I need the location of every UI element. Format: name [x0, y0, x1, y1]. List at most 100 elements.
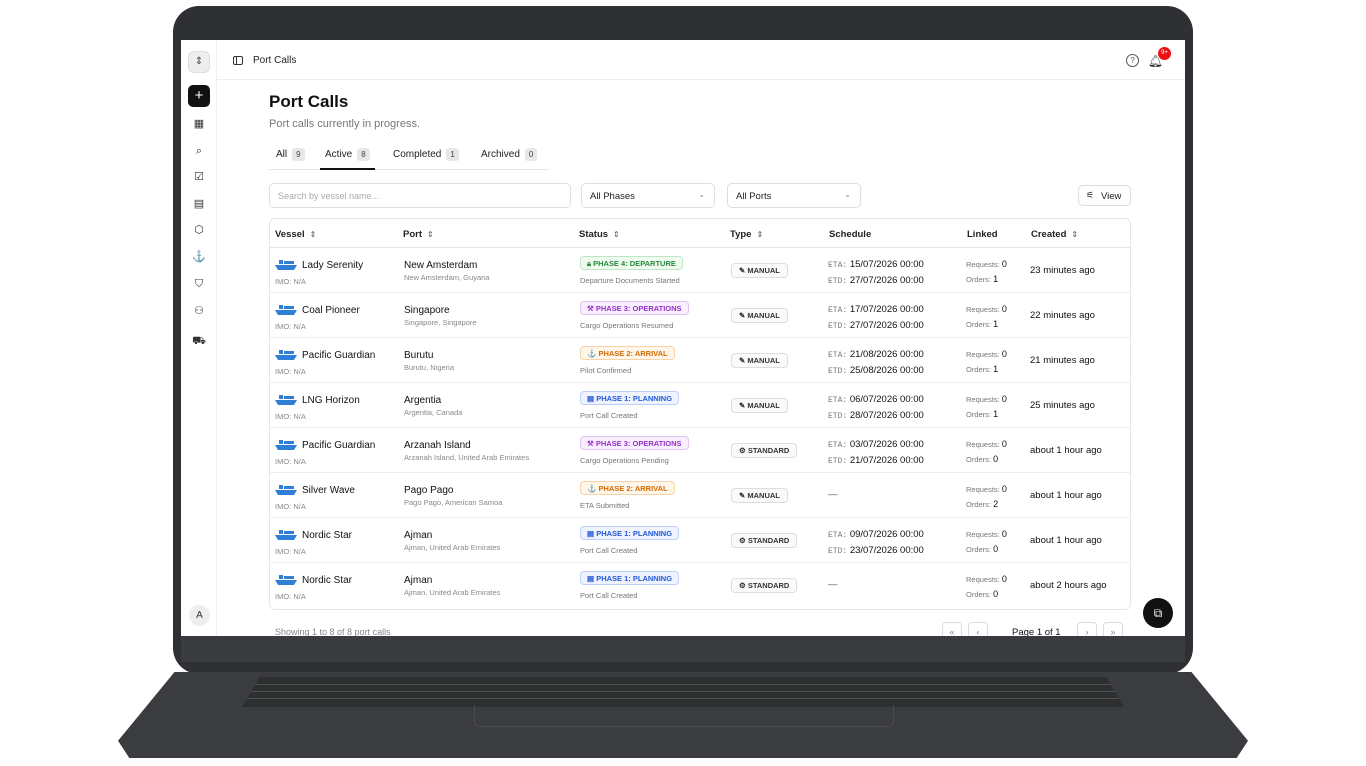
table-row[interactable]: Coal Pioneer IMO: N/A Singapore Singapor…	[270, 293, 1130, 338]
workspace-switcher-icon[interactable]: ⇕	[188, 51, 210, 73]
linked-cell: Requests: 0 Orders: 1	[966, 394, 1007, 419]
linked-cell: Requests: 0 Orders: 1	[966, 304, 1007, 329]
tab-active[interactable]: Active 8	[320, 148, 375, 170]
table-row[interactable]: Nordic Star IMO: N/A Ajman Ajman, United…	[270, 518, 1130, 563]
status-detail: Cargo Operations Pending	[580, 456, 669, 465]
vessel-imo: IMO: N/A	[275, 412, 306, 421]
pencil-icon: ✎	[739, 401, 746, 410]
vessel-name[interactable]: Silver Wave	[302, 485, 355, 496]
column-created[interactable]: Created ⇕	[1031, 229, 1078, 240]
view-options-button[interactable]: ⚟ View	[1078, 185, 1131, 206]
dashboard-icon[interactable]: ▦	[192, 117, 206, 131]
page-subtitle: Port calls currently in progress.	[269, 118, 420, 130]
column-type[interactable]: Type ⇕	[730, 229, 763, 240]
page-title: Port Calls	[269, 92, 349, 111]
linked-cell: Requests: 0 Orders: 0	[966, 529, 1007, 554]
laptop-hinge	[181, 636, 1185, 662]
ship-icon	[275, 305, 297, 315]
table-row[interactable]: Pacific Guardian IMO: N/A Burutu Burutu,…	[270, 338, 1130, 383]
help-icon[interactable]: ?	[1126, 54, 1139, 67]
phase-filter-select[interactable]: All Phases ⌄	[581, 183, 715, 208]
schedule-empty: —	[828, 579, 838, 590]
port-location: New Amsterdam, Guyana	[404, 273, 490, 282]
phase-badge: ▤ PHASE 1: PLANNING	[580, 391, 680, 405]
vessel-name[interactable]: Nordic Star	[302, 530, 352, 541]
table-row[interactable]: LNG Horizon IMO: N/A Argentia Argentia, …	[270, 383, 1130, 428]
type-badge: ⚙ STANDARD	[731, 578, 798, 593]
vessel-search-input[interactable]: Search by vessel name...	[269, 183, 571, 208]
tab-all[interactable]: All 9	[276, 148, 305, 170]
ship-icon	[275, 395, 297, 405]
column-vessel[interactable]: Vessel ⇕	[275, 229, 316, 240]
badge-icon[interactable]: ⛉	[192, 277, 206, 291]
vessel-name[interactable]: Pacific Guardian	[302, 350, 375, 361]
package-icon[interactable]: ⬡	[192, 223, 206, 237]
port-location: Burutu, Nigeria	[404, 363, 455, 372]
type-badge: ✎ MANUAL	[731, 488, 788, 503]
toggle-sidebar-icon[interactable]	[233, 56, 243, 65]
pagination-summary: Showing 1 to 8 of 8 port calls	[275, 627, 391, 636]
page-indicator: Page 1 of 1	[1012, 627, 1061, 636]
gear-icon: ⚙	[739, 536, 746, 545]
vehicle-icon[interactable]: ⛟	[192, 334, 206, 348]
search-icon[interactable]: ⌕	[192, 144, 206, 158]
pencil-icon: ✎	[739, 266, 746, 275]
vessel-imo: IMO: N/A	[275, 457, 306, 466]
icon-rail: ⇕ + ▦ ⌕ ☑ ▤ ⬡ ⚓ ⛉ ⚇ ⛟ A	[181, 40, 217, 636]
table-header: Vessel ⇕ Port ⇕ Status ⇕ Type ⇕ Schedule Lin…	[270, 219, 1130, 248]
column-port[interactable]: Port ⇕	[403, 229, 434, 240]
phase-badge: ⚓ PHASE 2: ARRIVAL	[580, 481, 675, 495]
status-detail: Departure Documents Started	[580, 276, 680, 285]
vessel-name[interactable]: Nordic Star	[302, 575, 352, 586]
phase-badge: ⚒ PHASE 3: OPERATIONS	[580, 436, 689, 450]
table-row[interactable]: Lady Serenity IMO: N/A New Amsterdam New…	[270, 248, 1130, 293]
new-item-button[interactable]: +	[188, 85, 210, 107]
clipboard-icon[interactable]: ▤	[192, 197, 206, 211]
next-page-button[interactable]: ›	[1077, 622, 1097, 636]
table-row[interactable]: Pacific Guardian IMO: N/A Arzanah Island…	[270, 428, 1130, 473]
ship-icon	[275, 440, 297, 450]
table-row[interactable]: Nordic Star IMO: N/A Ajman Ajman, United…	[270, 563, 1130, 608]
chat-button[interactable]: ⧉	[1143, 598, 1173, 628]
table-row[interactable]: Silver Wave IMO: N/A Pago Pago Pago Pago…	[270, 473, 1130, 518]
created-time: 22 minutes ago	[1030, 310, 1095, 321]
port-name: Singapore	[404, 305, 450, 316]
pencil-icon: ✎	[739, 311, 746, 320]
first-page-button[interactable]: «	[942, 622, 962, 636]
prev-page-button[interactable]: ‹	[968, 622, 988, 636]
created-time: about 1 hour ago	[1030, 535, 1102, 546]
vessel-imo: IMO: N/A	[275, 502, 306, 511]
vessel-imo: IMO: N/A	[275, 277, 306, 286]
vessel-imo: IMO: N/A	[275, 547, 306, 556]
port-calls-table: Vessel ⇕ Port ⇕ Status ⇕ Type ⇕ Schedule Lin…	[269, 218, 1131, 610]
vessel-name[interactable]: Pacific Guardian	[302, 440, 375, 451]
tasks-icon[interactable]: ☑	[192, 170, 206, 184]
port-location: Ajman, United Arab Emirates	[404, 543, 501, 552]
created-time: about 2 hours ago	[1030, 580, 1107, 591]
vessel-name[interactable]: Lady Serenity	[302, 260, 363, 271]
created-time: 21 minutes ago	[1030, 355, 1095, 366]
column-schedule: Schedule	[829, 229, 872, 240]
linked-cell: Requests: 0 Orders: 2	[966, 484, 1007, 509]
breadcrumb: Port Calls	[253, 55, 297, 66]
schedule-cell: ETA: 09/07/2026 00:00 ETD: 23/07/2026 00…	[828, 529, 924, 556]
anchor-icon: ⚓	[587, 349, 597, 358]
tab-archived[interactable]: Archived 0	[481, 148, 538, 170]
column-status[interactable]: Status ⇕	[579, 229, 620, 240]
vessel-name[interactable]: Coal Pioneer	[302, 305, 360, 316]
clipboard-icon: ▤	[587, 394, 595, 403]
tab-completed[interactable]: Completed 1	[393, 148, 459, 170]
laptop-trackpad	[474, 705, 894, 727]
type-badge: ⚙ STANDARD	[731, 533, 798, 548]
ship-icon	[275, 485, 297, 495]
type-badge: ⚙ STANDARD	[731, 443, 798, 458]
port-filter-select[interactable]: All Ports ⌄	[727, 183, 861, 208]
phase-badge: ⚒ PHASE 3: OPERATIONS	[580, 301, 689, 315]
linked-cell: Requests: 0 Orders: 1	[966, 259, 1007, 284]
laptop-keyboard	[242, 677, 1124, 707]
user-avatar[interactable]: A	[189, 605, 210, 626]
vessel-name[interactable]: LNG Horizon	[302, 395, 360, 406]
last-page-button[interactable]: »	[1103, 622, 1123, 636]
anchor-icon[interactable]: ⚓	[192, 250, 206, 264]
users-icon[interactable]: ⚇	[192, 304, 206, 318]
